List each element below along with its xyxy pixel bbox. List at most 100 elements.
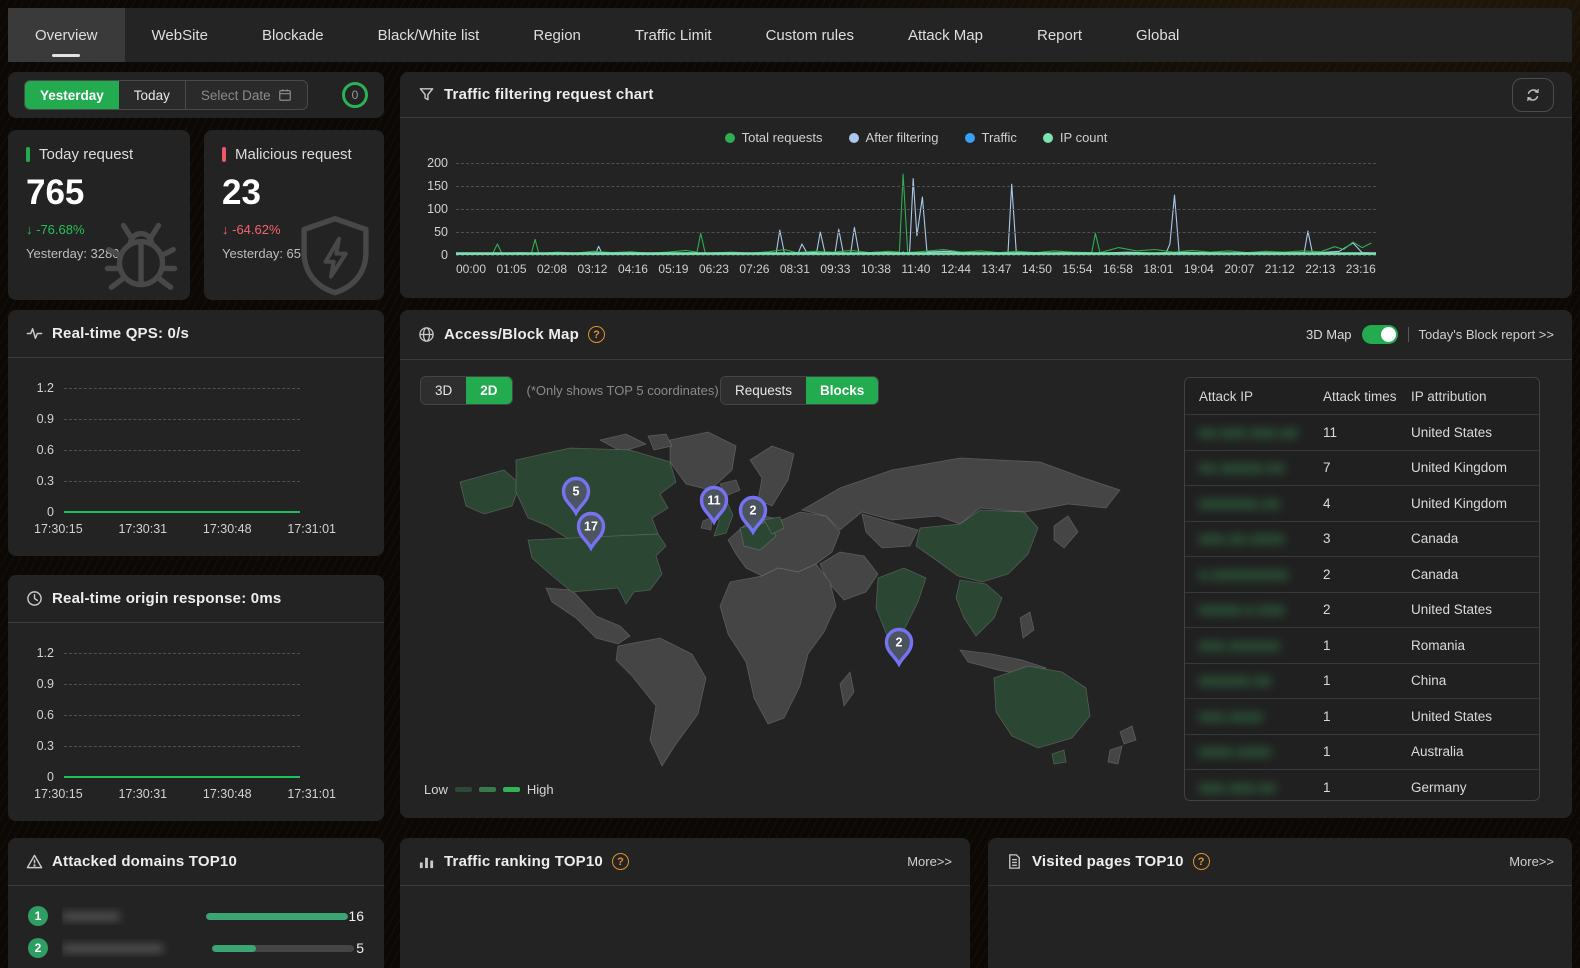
attack-ip-table: Attack IPAttack timesIP attributionxx.xx… [1184, 377, 1540, 801]
realtime-origin-card: Real-time origin response: 0ms 1.20.90.6… [8, 575, 384, 821]
ip-attribution: United Kingdom [1411, 496, 1539, 511]
legend-label: Traffic [982, 130, 1017, 145]
series-after-filtering [456, 179, 1376, 255]
ip-attribution: United States [1411, 709, 1539, 724]
refresh-button[interactable] [1512, 78, 1554, 112]
y-tick-label: 1.2 [10, 381, 54, 395]
heat-dash-low [455, 787, 472, 792]
traffic-ranking-header: Traffic ranking TOP10 ? More>> [400, 838, 970, 886]
3d-map-toggle[interactable] [1362, 325, 1398, 344]
legend-dot [1043, 133, 1053, 143]
attack-times: 4 [1323, 496, 1411, 511]
traffic-ranking-help-icon[interactable]: ? [612, 853, 629, 870]
pin-count: 2 [750, 504, 757, 518]
map-3d-button[interactable]: 3D [421, 377, 466, 404]
attacked-domains-header: Attacked domains TOP10 [8, 838, 384, 886]
table-row: xxx.xxx.xx1Germany [1185, 769, 1539, 801]
access-block-map-card: Access/Block Map ? 3D Map Today's Block … [400, 310, 1572, 818]
filter-funnel-icon [418, 86, 435, 103]
legend-item-total-requests[interactable]: Total requests [725, 130, 823, 145]
table-row: xx.xxxxx.xx7United Kingdom [1185, 450, 1539, 486]
nav-tab-attack-map[interactable]: Attack Map [881, 8, 1010, 62]
map-blocks-button[interactable]: Blocks [806, 377, 878, 404]
x-tick-label: 23:16 [1346, 262, 1376, 276]
nav-tab-website[interactable]: WebSite [125, 8, 235, 62]
x-tick-label: 12:44 [941, 262, 971, 276]
ip-attribution: United Kingdom [1411, 460, 1539, 475]
malicious-request-card: Malicious request 23 ↓ -64.62% Yesterday… [204, 130, 384, 300]
attacked-domains-card: Attacked domains TOP10 1xxxxxxxx162xxxxx… [8, 838, 384, 968]
yesterday-button[interactable]: Yesterday [25, 81, 119, 109]
list-item: 2xxxxxxxxxxxxxx5 [28, 932, 364, 964]
rank-bar-track [206, 913, 348, 920]
attack-times: 1 [1323, 780, 1411, 795]
attack-times: 1 [1323, 638, 1411, 653]
malicious-request-value: 23 [222, 173, 366, 213]
nav-tab-custom-rules[interactable]: Custom rules [739, 8, 881, 62]
visited-pages-title: Visited pages TOP10 [1032, 853, 1184, 870]
ip-attribution: United States [1411, 425, 1539, 440]
domain-redacted: xxxxxxxxxxxxxx [62, 940, 163, 955]
traffic-chart-header: Traffic filtering request chart [400, 72, 1572, 118]
calendar-icon [278, 88, 292, 102]
gridline [64, 450, 300, 451]
ip-attribution: Australia [1411, 744, 1539, 759]
visited-pages-more-link[interactable]: More>> [1509, 854, 1554, 869]
nav-tabs: OverviewWebSiteBlockadeBlack/White listR… [8, 8, 1572, 62]
3d-map-label: 3D Map [1306, 327, 1352, 342]
legend-item-ip-count[interactable]: IP count [1043, 130, 1107, 145]
mini-plot: 1.20.90.60.30 [8, 653, 384, 779]
gridline [64, 684, 300, 685]
map-title: Access/Block Map [444, 326, 579, 343]
x-tick-label: 11:40 [901, 262, 930, 276]
x-tick-label: 20:07 [1224, 262, 1254, 276]
todays-block-report-link[interactable]: Today's Block report >> [1419, 327, 1554, 342]
x-tick-label: 22:13 [1305, 262, 1335, 276]
legend-item-after-filtering[interactable]: After filtering [849, 130, 939, 145]
map-requests-button[interactable]: Requests [721, 377, 806, 404]
attack-ip-redacted: xxxxxxx.xx [1199, 496, 1280, 511]
legend-dot [965, 133, 975, 143]
select-date-button[interactable]: Select Date [185, 81, 307, 109]
nav-tab-region[interactable]: Region [506, 8, 608, 62]
nav-tab-overview[interactable]: Overview [8, 8, 125, 62]
map-2d-button[interactable]: 2D [466, 377, 511, 404]
x-tick-label: 10:38 [861, 262, 891, 276]
origin-title: Real-time origin response: 0ms [52, 590, 281, 607]
attack-ip-redacted: xxx.xxxxxx [1199, 638, 1280, 653]
today-request-label-row: Today request [26, 146, 172, 163]
top-navbar: OverviewWebSiteBlockadeBlack/White listR… [8, 8, 1572, 62]
visited-pages-help-icon[interactable]: ? [1193, 853, 1210, 870]
traffic-ranking-card: Traffic ranking TOP10 ? More>> [400, 838, 970, 968]
legend-item-traffic[interactable]: Traffic [965, 130, 1017, 145]
nav-tab-traffic-limit[interactable]: Traffic Limit [608, 8, 739, 62]
y-tick-label: 0.3 [10, 474, 54, 488]
malicious-request-label-row: Malicious request [222, 146, 366, 163]
globe-icon [418, 326, 435, 343]
select-date-label: Select Date [201, 88, 271, 103]
ip-attribution: Canada [1411, 567, 1539, 582]
column-header-ip-attribution: IP attribution [1411, 389, 1539, 404]
traffic-chart-card: Traffic filtering request chart Total re… [400, 72, 1572, 298]
x-tick-label: 17:30:48 [203, 787, 252, 801]
traffic-ranking-more-link[interactable]: More>> [907, 854, 952, 869]
attack-ip-redacted: x.xxxxxxxxx [1199, 567, 1289, 582]
rank-value: 5 [356, 940, 364, 956]
table-row: xxxxx.x.xxx2United States [1185, 592, 1539, 628]
today-button[interactable]: Today [119, 81, 185, 109]
attack-times: 3 [1323, 531, 1411, 546]
x-tick-label: 01:05 [496, 262, 526, 276]
table-row: xxxxxxx.xx 4United Kingdom [1185, 485, 1539, 521]
x-tick-label: 17:30:31 [118, 522, 167, 536]
gridline [456, 186, 1376, 187]
nav-tab-blockade[interactable]: Blockade [235, 8, 351, 62]
traffic-chart-x-axis: 00:0001:0502:0803:1204:1605:1906:2307:26… [456, 262, 1376, 276]
map-pin-australia[interactable]: 2 [887, 630, 912, 665]
map-help-icon[interactable]: ? [588, 326, 605, 343]
nav-tab-report[interactable]: Report [1010, 8, 1109, 62]
nav-tab-black-white-list[interactable]: Black/White list [351, 8, 507, 62]
x-tick-label: 17:31:01 [287, 787, 336, 801]
nav-tab-global[interactable]: Global [1109, 8, 1206, 62]
gridline [64, 419, 300, 420]
attack-times: 2 [1323, 567, 1411, 582]
